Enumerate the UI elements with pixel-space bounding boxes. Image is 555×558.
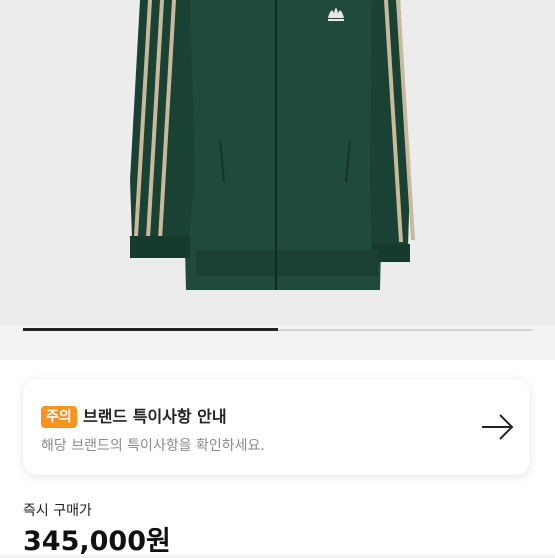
image-pager[interactable]: [23, 326, 532, 332]
product-info: 주의 브랜드 특이사항 안내 해당 브랜드의 특이사항을 확인하세요. 즉시 구…: [0, 360, 555, 557]
instant-price-value: 345,000원: [23, 526, 171, 557]
arrow-right-icon[interactable]: [480, 409, 516, 445]
instant-price-label: 즉시 구매가: [23, 503, 92, 519]
brand-notice-card[interactable]: 주의 브랜드 특이사항 안내 해당 브랜드의 특이사항을 확인하세요.: [23, 379, 530, 475]
notice-title: 브랜드 특이사항 안내: [83, 407, 227, 426]
product-image[interactable]: [0, 0, 555, 326]
warning-badge: 주의: [41, 406, 77, 428]
pager-thumb: [23, 328, 278, 331]
notice-description: 해당 브랜드의 특이사항을 확인하세요.: [41, 438, 265, 454]
jacket-image: [130, 0, 415, 290]
